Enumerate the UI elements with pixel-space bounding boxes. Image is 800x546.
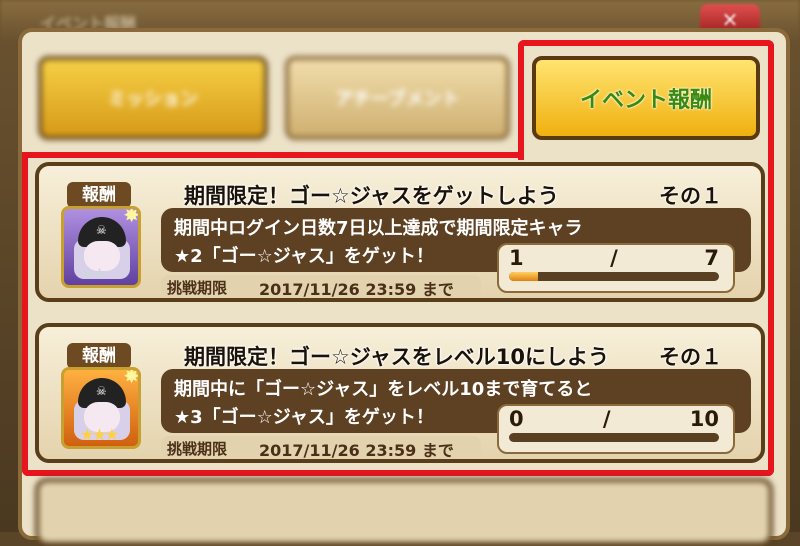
rarity-stars: ★★★ <box>80 425 119 444</box>
reward-badge: 報酬 <box>67 182 131 208</box>
progress-bar <box>509 433 719 442</box>
mission-title: 期間限定！ゴー☆ジャスをレベル10にしよう <box>184 345 609 369</box>
highlight-top-left-edge <box>22 152 524 158</box>
deadline-label: 挑戦期限 <box>167 279 228 297</box>
progress-fill <box>509 272 539 281</box>
progress-bar <box>509 272 719 281</box>
character-avatar: ☠ ✸ ★★★ <box>61 367 141 449</box>
sparkle-icon: ✸ <box>123 367 140 388</box>
skull-icon: ☠ <box>96 384 107 398</box>
tab-achievement[interactable]: アチーブメント <box>285 56 510 140</box>
deadline-label: 挑戦期限 <box>167 440 228 458</box>
next-mission-card-partial[interactable] <box>35 478 773 546</box>
tab-mission[interactable]: ミッション <box>38 56 268 140</box>
character-avatar: ☠ ✸ ★★ <box>61 206 141 288</box>
description-line-1: 期間中ログイン日数7日以上達成で期間限定キャラ <box>174 218 583 239</box>
progress-text: 0 / 10 <box>509 407 719 431</box>
progress-separator: / <box>602 407 611 431</box>
mission-number: その１ <box>659 184 722 208</box>
progress-total: 10 <box>689 407 719 431</box>
mission-card-2[interactable]: 報酬 期間限定！ゴー☆ジャスをレベル10にしよう その１ ☠ ✸ ★★★ 期間中… <box>35 323 765 463</box>
mission-card-1[interactable]: 報酬 期間限定！ゴー☆ジャスをゲットしよう その１ ☠ ✸ ★★ 期間中ログイン… <box>35 162 765 302</box>
description-line-2: ★2「ゴー☆ジャス」をゲット！ <box>174 246 434 267</box>
progress-current: 0 <box>509 407 524 431</box>
deadline-value: 2017/11/26 23:59 まで <box>259 441 454 460</box>
skull-icon: ☠ <box>96 223 107 237</box>
description-line-1: 期間中に「ゴー☆ジャス」をレベル10まで育てると <box>174 379 593 400</box>
deadline-value: 2017/11/26 23:59 まで <box>259 280 454 299</box>
mission-number: その１ <box>659 345 722 369</box>
mission-title: 期間限定！ゴー☆ジャスをゲットしよう <box>184 184 559 208</box>
reward-badge: 報酬 <box>67 343 131 369</box>
progress-current: 1 <box>509 246 524 270</box>
sparkle-icon: ✸ <box>123 206 140 227</box>
progress-text: 1 / 7 <box>509 246 719 270</box>
rarity-stars: ★★ <box>80 264 107 283</box>
highlight-tab-box <box>518 40 774 160</box>
progress-total: 7 <box>704 246 719 270</box>
progress-separator: / <box>610 246 618 270</box>
description-line-2: ★3「ゴー☆ジャス」をゲット！ <box>174 407 434 428</box>
